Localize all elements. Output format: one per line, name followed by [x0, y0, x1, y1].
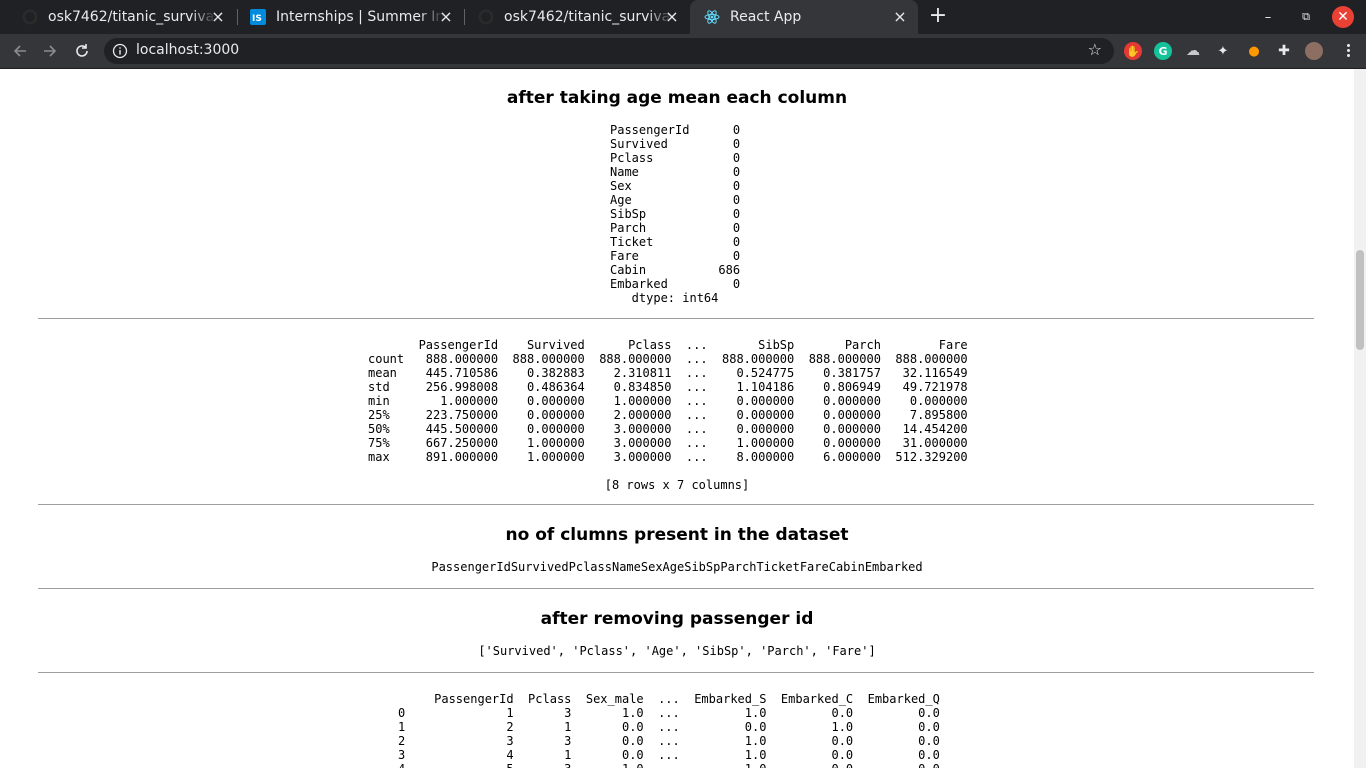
adblock-extension-icon[interactable]: ✋ [1124, 42, 1142, 60]
columns-output: PassengerIdSurvivedPclassNameSexAgeSibSp… [431, 560, 923, 574]
menu-kebab-icon[interactable] [1338, 42, 1358, 60]
recorder-extension-icon[interactable]: ● [1245, 42, 1263, 60]
back-button[interactable] [8, 39, 32, 63]
arrow-right-icon [44, 45, 57, 57]
tab-github-1[interactable]: osk7462/titanic_survival_ × [8, 0, 236, 34]
arrow-left-icon [13, 45, 26, 57]
scrollbar-thumb[interactable] [1356, 250, 1364, 350]
cloud-extension-icon[interactable]: ☁ [1184, 42, 1202, 60]
divider [38, 588, 1314, 589]
url-text: localhost:3000 [136, 42, 240, 58]
describe-footer: [8 rows x 7 columns] [604, 478, 750, 492]
avatar[interactable] [1305, 42, 1323, 60]
vertical-scrollbar[interactable] [1354, 69, 1366, 768]
tab-title: osk7462/titanic_survival_ [504, 9, 672, 25]
reload-icon [76, 44, 88, 57]
tab-internshala[interactable]: IS Internships | Summer Inte × [236, 0, 464, 34]
minimize-button[interactable]: – [1253, 0, 1283, 34]
tab-react-app[interactable]: React App × [690, 0, 918, 34]
tab-title: osk7462/titanic_survival_ [48, 9, 216, 25]
github-icon [478, 9, 494, 25]
forward-button[interactable] [38, 39, 62, 63]
puzzle-icon[interactable]: ✚ [1275, 42, 1293, 60]
divider [38, 672, 1314, 673]
grammarly-extension-icon[interactable]: G [1154, 42, 1172, 60]
info-icon [112, 43, 128, 59]
tab-github-2[interactable]: osk7462/titanic_survival_ × [464, 0, 690, 34]
close-tab-icon[interactable]: × [892, 9, 908, 25]
heading-columns: no of clumns present in the dataset [505, 525, 849, 545]
tab-title: Internships | Summer Inte [276, 9, 444, 25]
extension-icon[interactable]: ✦ [1214, 42, 1232, 60]
address-bar[interactable]: localhost:3000 ☆ [104, 38, 1114, 64]
close-tab-icon[interactable]: × [438, 9, 454, 25]
close-tab-icon[interactable]: × [210, 9, 226, 25]
heading-removed-id: after removing passenger id [540, 609, 814, 629]
page-content: after taking age mean each column Passen… [0, 69, 1354, 768]
reload-button[interactable] [70, 39, 94, 63]
close-tab-icon[interactable]: × [664, 9, 680, 25]
divider [38, 504, 1314, 505]
restore-button[interactable]: ⧉ [1291, 0, 1321, 34]
close-window-button[interactable]: ✕ [1332, 6, 1354, 28]
bookmark-star-icon[interactable]: ☆ [1088, 42, 1102, 58]
divider [38, 318, 1314, 319]
new-tab-button[interactable]: + [928, 5, 948, 27]
react-icon [704, 9, 720, 25]
dummies-output: PassengerId Pclass Sex_male ... Embarked… [398, 692, 940, 768]
null-counts-output: PassengerId 0 Survived 0 Pclass 0 Name 0… [610, 123, 741, 305]
tab-title: React App [730, 9, 802, 25]
describe-output: PassengerId Survived Pclass ... SibSp Pa… [368, 338, 968, 464]
github-icon [22, 9, 38, 25]
browser-toolbar: localhost:3000 ☆ ✋ G ☁ ✦ ● ✚ [0, 34, 1366, 69]
internshala-icon: IS [250, 9, 266, 25]
heading-age-mean: after taking age mean each column [506, 88, 848, 108]
remaining-columns-output: ['Survived', 'Pclass', 'Age', 'SibSp', '… [478, 644, 876, 658]
tab-strip: osk7462/titanic_survival_ × IS Internshi… [0, 0, 1366, 34]
svg-text:IS: IS [252, 14, 262, 24]
